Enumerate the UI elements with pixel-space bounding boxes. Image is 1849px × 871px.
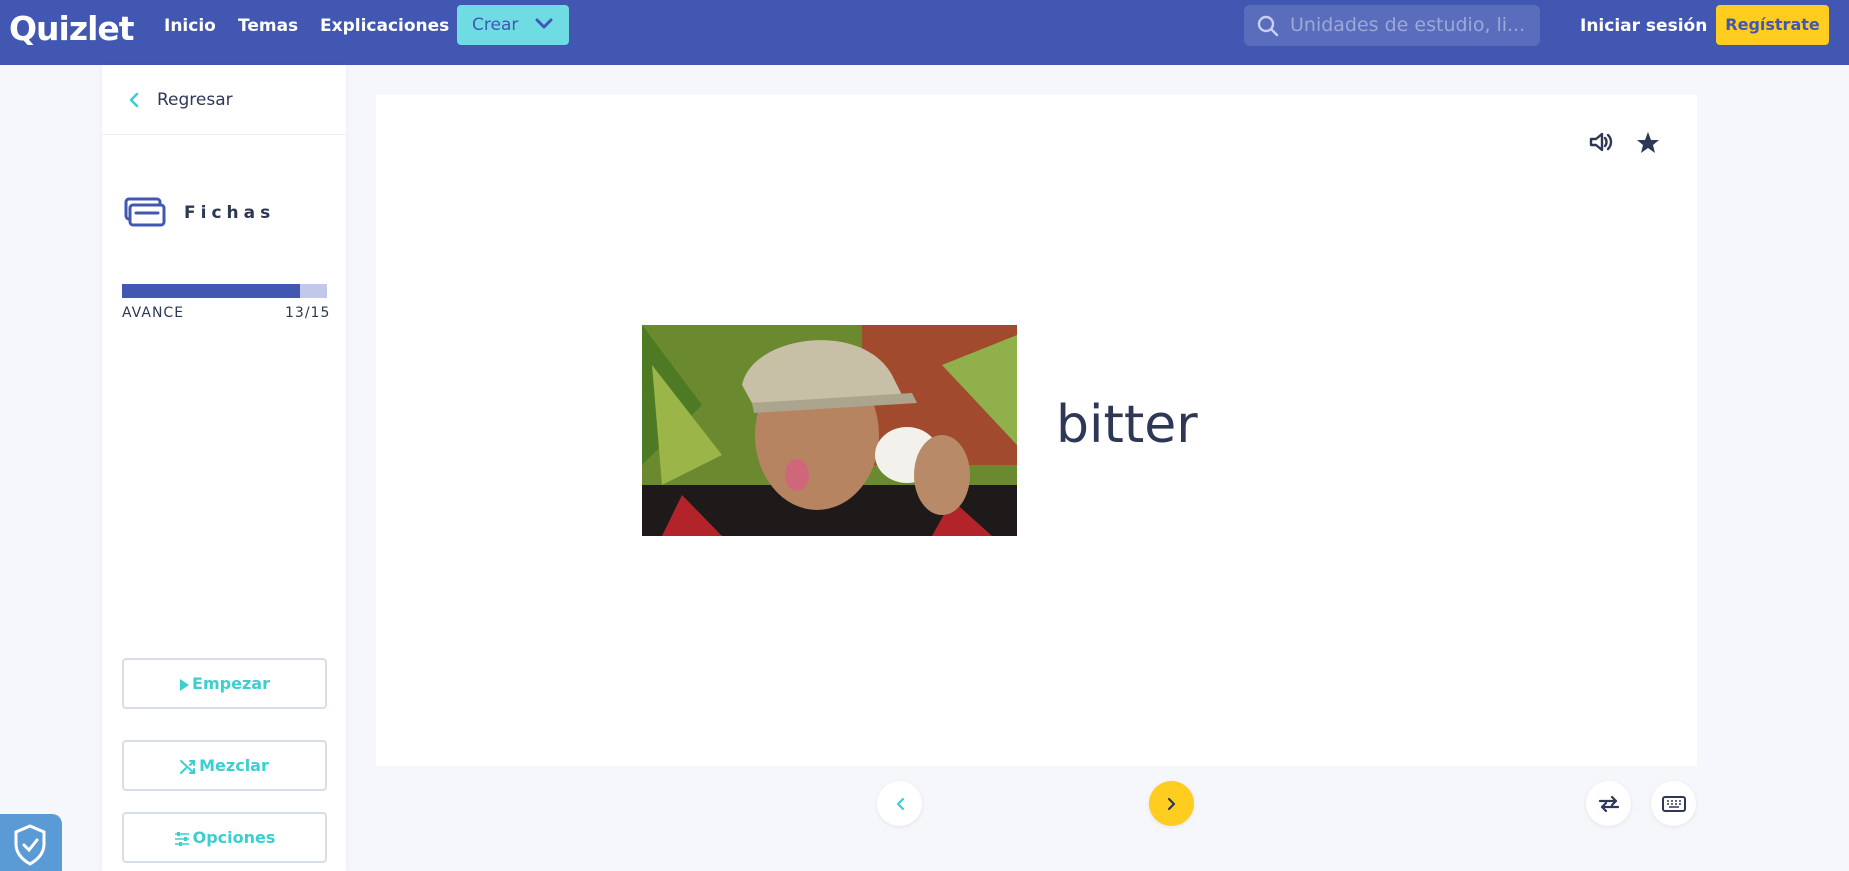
privacy-shield-icon[interactable] bbox=[0, 814, 62, 871]
mode-label: Fichas bbox=[184, 203, 276, 223]
study-sidebar: Regresar Fichas AVANCE 13/15 Empezar Mez… bbox=[102, 65, 346, 871]
card-term: bitter bbox=[1056, 395, 1198, 455]
nav-link-explicaciones[interactable]: Explicaciones bbox=[320, 0, 449, 52]
flashcards-mode-title: Fichas bbox=[124, 195, 344, 235]
back-link[interactable]: Regresar bbox=[102, 65, 346, 135]
search-icon bbox=[1257, 15, 1279, 37]
previous-card-button[interactable] bbox=[877, 781, 922, 826]
speaker-icon[interactable] bbox=[1589, 131, 1613, 153]
progress-label: AVANCE bbox=[122, 305, 185, 321]
play-icon bbox=[180, 678, 190, 691]
signup-button[interactable]: Regístrate bbox=[1716, 5, 1829, 45]
flip-card-button[interactable] bbox=[1586, 781, 1631, 826]
login-button[interactable]: Iniciar sesión bbox=[1580, 0, 1707, 52]
options-button[interactable]: Opciones bbox=[122, 812, 327, 863]
keyboard-icon bbox=[1661, 795, 1686, 812]
start-button[interactable]: Empezar bbox=[122, 658, 327, 709]
create-dropdown-button[interactable]: Crear bbox=[457, 5, 569, 45]
flashcard[interactable]: bitter bbox=[376, 95, 1697, 766]
flashcards-icon bbox=[124, 197, 166, 227]
progress-count: 13/15 bbox=[285, 305, 331, 321]
top-navigation-bar: Quizlet Inicio Temas Explicaciones Crear… bbox=[0, 0, 1849, 65]
search-input[interactable]: Unidades de estudio, li... bbox=[1244, 5, 1540, 46]
create-label: Crear bbox=[472, 15, 519, 35]
chevron-right-icon bbox=[1167, 797, 1175, 810]
back-label: Regresar bbox=[157, 90, 233, 110]
next-card-button[interactable] bbox=[1149, 781, 1194, 826]
progress-bar-fill bbox=[122, 284, 300, 298]
keyboard-shortcuts-button[interactable] bbox=[1651, 781, 1696, 826]
nav-link-temas[interactable]: Temas bbox=[238, 0, 298, 52]
start-label: Empezar bbox=[192, 674, 270, 693]
shuffle-label: Mezclar bbox=[199, 756, 269, 775]
search-placeholder: Unidades de estudio, li... bbox=[1290, 14, 1526, 36]
quizlet-logo[interactable]: Quizlet bbox=[9, 4, 135, 54]
chevron-down-icon bbox=[535, 18, 553, 29]
sliders-icon bbox=[174, 831, 189, 846]
swap-arrows-icon bbox=[1598, 795, 1619, 812]
shuffle-button[interactable]: Mezclar bbox=[122, 740, 327, 791]
shuffle-icon bbox=[180, 759, 196, 774]
options-label: Opciones bbox=[192, 828, 276, 847]
chevron-left-icon bbox=[896, 797, 904, 810]
chevron-left-icon bbox=[129, 92, 139, 108]
card-image bbox=[642, 325, 1017, 536]
star-icon[interactable] bbox=[1636, 131, 1660, 155]
nav-link-inicio[interactable]: Inicio bbox=[164, 0, 216, 52]
progress-bar bbox=[122, 284, 327, 298]
